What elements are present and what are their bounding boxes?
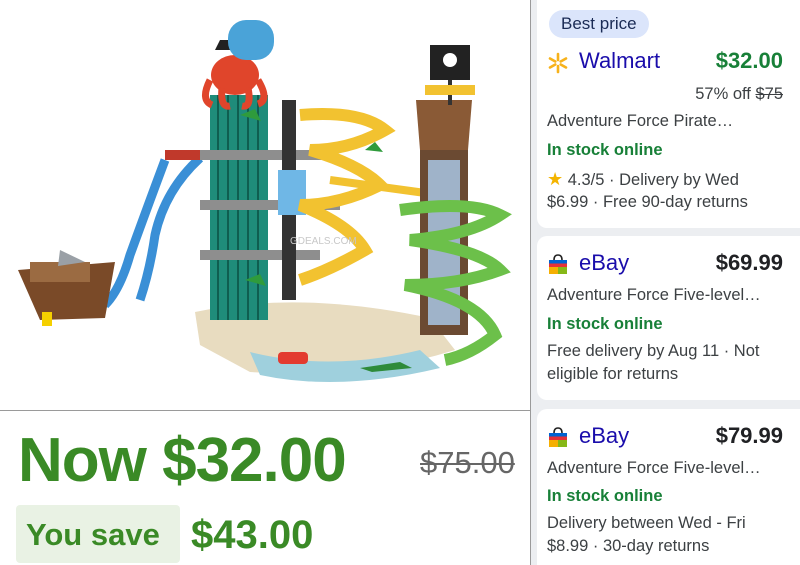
best-price-badge: Best price — [549, 10, 649, 38]
rating-line: ★ 4.3/5 · Delivery by Wed — [547, 169, 789, 190]
discount-percent: 57% off — [695, 85, 751, 103]
stock-status: In stock online — [547, 141, 663, 159]
merchant-link[interactable]: eBay — [579, 423, 629, 449]
star-icon: ★ — [547, 169, 564, 189]
savings-label: You save — [26, 517, 160, 552]
now-price: Now $32.00 — [18, 426, 347, 495]
ebay-bag-icon — [549, 427, 567, 447]
octopus — [211, 55, 259, 95]
savings-badge: You save — [16, 505, 180, 563]
merchant-link[interactable]: Walmart — [579, 48, 660, 74]
product-title[interactable]: Adventure Force Five-level… — [547, 286, 789, 305]
offer-card-walmart[interactable]: Best price Walmart $32.00 57% off $75 Ad… — [537, 0, 800, 228]
original-price: $75.00 — [420, 445, 515, 480]
offer-card-ebay-1[interactable]: eBay $69.99 Adventure Force Five-level… … — [537, 236, 800, 400]
offer-price: $32.00 — [715, 48, 783, 73]
merchant-row: Walmart $32.00 — [547, 48, 783, 78]
product-title[interactable]: Adventure Force Pirate… — [547, 112, 789, 131]
offer-price: $79.99 — [715, 423, 783, 448]
offer-card-ebay-2[interactable]: eBay $79.99 Adventure Force Five-level… … — [537, 409, 800, 565]
offers-panel: Best price Walmart $32.00 57% off $75 Ad… — [530, 0, 800, 565]
delivery-line: Free delivery by Aug 11 · Not — [547, 342, 760, 360]
ebay-bag-icon — [549, 254, 567, 274]
merchant-row: eBay $69.99 — [547, 250, 783, 280]
stock-status: In stock online — [547, 315, 663, 333]
product-title[interactable]: Adventure Force Five-level… — [547, 459, 789, 478]
rating-text: 4.3/5 · Delivery by Wed — [567, 171, 739, 189]
savings-amount: $43.00 — [191, 513, 314, 557]
price-panel: Now $32.00 $75.00 You save $43.00 — [0, 411, 530, 565]
returns-line: eligible for returns — [547, 365, 679, 383]
offer-price: $69.99 — [715, 250, 783, 275]
watermark: GDEALS.COM — [290, 236, 357, 247]
discount-text: 57% off $75 — [695, 85, 783, 104]
merchant-link[interactable]: eBay — [579, 250, 629, 276]
delivery-line: Delivery between Wed - Fri — [547, 514, 746, 532]
merchant-row: eBay $79.99 — [547, 423, 783, 453]
product-image[interactable]: GDEALS.COM — [0, 0, 530, 410]
stock-status: In stock online — [547, 487, 663, 505]
shipping-line: $6.99 · Free 90-day returns — [547, 193, 748, 211]
discount-old-price: $75 — [755, 85, 783, 103]
returns-line: $8.99 · 30-day returns — [547, 537, 710, 555]
walmart-spark-icon — [548, 52, 568, 74]
toy-car — [278, 352, 308, 364]
product-panel: GDEALS.COM Now $32.00 $75.00 You save $4… — [0, 0, 530, 565]
